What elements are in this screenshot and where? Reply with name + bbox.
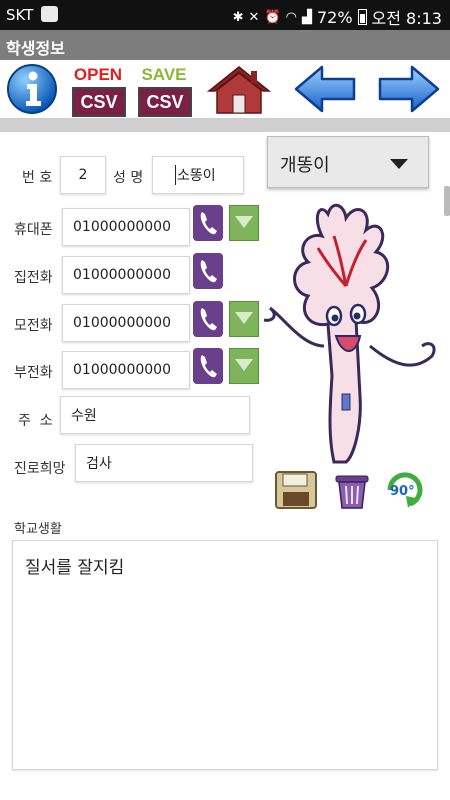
sms-mobile-button[interactable] — [229, 205, 259, 241]
call-father-button[interactable] — [193, 348, 223, 384]
notes-label: 학교생활 — [14, 522, 62, 537]
scroll-handle[interactable] — [444, 186, 450, 216]
mobile-label: 휴대폰 — [14, 222, 53, 238]
arrow-right-icon[interactable] — [376, 63, 442, 115]
rotate-photo-button[interactable]: 90° — [384, 470, 426, 510]
sms-father-button[interactable] — [229, 348, 259, 384]
father-phone-field[interactable]: 01000000000 — [62, 351, 190, 389]
notes-textarea[interactable]: 질서를 잘지킴 — [12, 540, 438, 770]
save-csv-button[interactable]: SAVE CSV — [136, 63, 192, 117]
battery-icon — [357, 9, 367, 25]
address-label: 주 소 — [18, 413, 53, 429]
name-label: 성 명 — [113, 170, 144, 186]
address-field[interactable]: 수원 — [60, 396, 250, 434]
open-label: OPEN — [73, 65, 123, 84]
wifi-icon: ◠ — [285, 9, 297, 25]
save-label: SAVE — [141, 65, 187, 84]
call-home-button[interactable] — [193, 253, 223, 289]
arrow-left-icon[interactable] — [292, 63, 358, 115]
toolbar: OPEN CSV SAVE CSV — [0, 60, 450, 118]
status-icons: ✱ ✕ ⏰ ◠ ▟ 72% 오전 8:13 — [233, 5, 442, 29]
bluetooth-icon: ✱ — [232, 9, 244, 25]
name-value: 소똥이 — [175, 165, 216, 185]
alarm-icon: ⏰ — [264, 9, 281, 25]
save-photo-icon[interactable] — [274, 470, 318, 510]
app-title-bar: 학생정보 — [0, 30, 450, 60]
notes-value: 질서를 잘지킴 — [25, 558, 125, 578]
status-bar: SKT ✱ ✕ ⏰ ◠ ▟ 72% 오전 8:13 — [0, 0, 450, 30]
signal-icon: ▟ — [301, 9, 312, 25]
cloud-app-icon — [41, 6, 58, 22]
rotate-label: 90° — [390, 484, 415, 499]
open-csv-button[interactable]: OPEN CSV — [70, 63, 126, 117]
sms-mother-button[interactable] — [229, 301, 259, 337]
career-field[interactable]: 검사 — [75, 444, 253, 482]
mobile-field[interactable]: 01000000000 — [62, 208, 190, 246]
divider — [0, 118, 450, 132]
open-csv-box: CSV — [72, 87, 126, 117]
mother-phone-field[interactable]: 01000000000 — [62, 304, 190, 342]
trash-icon[interactable] — [332, 470, 372, 510]
student-select-value: 개똥이 — [280, 155, 330, 176]
call-mother-button[interactable] — [193, 301, 223, 337]
mother-phone-label: 모전화 — [14, 318, 53, 334]
battery-percent: 72% — [316, 7, 353, 27]
clock: 오전 8:13 — [371, 9, 442, 28]
home-icon[interactable] — [205, 63, 273, 115]
home-phone-field[interactable]: 01000000000 — [62, 256, 190, 294]
student-photo[interactable] — [262, 196, 440, 464]
app-title: 학생정보 — [6, 39, 65, 58]
number-label: 번 호 — [22, 170, 53, 186]
info-icon[interactable] — [6, 63, 58, 115]
father-phone-label: 부전화 — [14, 365, 53, 381]
save-csv-box: CSV — [138, 87, 192, 117]
mute-icon: ✕ — [248, 9, 260, 25]
home-phone-label: 집전화 — [14, 270, 53, 286]
name-field[interactable]: 소똥이 — [152, 156, 244, 194]
career-label: 진로희망 — [14, 461, 66, 477]
student-select[interactable]: 개똥이 — [267, 136, 429, 188]
call-mobile-button[interactable] — [193, 205, 223, 241]
carrier-label: SKT — [6, 6, 34, 24]
chevron-down-icon — [390, 159, 408, 169]
number-field[interactable]: 2 — [60, 156, 106, 194]
